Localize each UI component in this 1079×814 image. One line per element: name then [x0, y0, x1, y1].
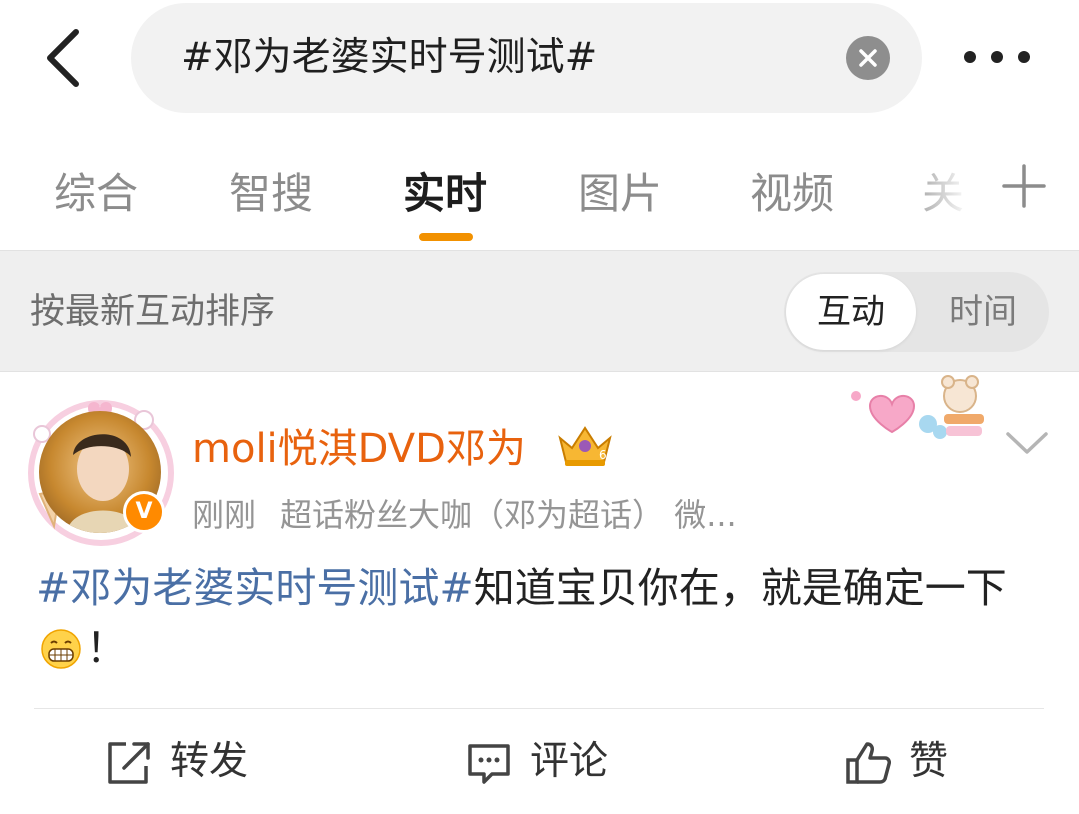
- post-source: 超话粉丝大咖（邓为超话） 微...: [280, 496, 737, 534]
- crown-badge-icon: 6: [556, 422, 614, 468]
- svg-text:6: 6: [599, 448, 607, 462]
- top-bar: #邓为老婆实时号测试#: [0, 0, 1079, 120]
- post-meta: 刚刚 超话粉丝大咖（邓为超话） 微...: [192, 490, 737, 536]
- sort-option-time[interactable]: 时间: [920, 272, 1046, 352]
- post-text: 知道宝贝你在，就是确定一下: [473, 564, 1007, 612]
- share-icon: [108, 742, 150, 784]
- chevron-down-icon[interactable]: [1004, 428, 1050, 460]
- comment-label: 评论: [530, 739, 609, 784]
- post-card[interactable]: V moli悦淇DVD邓为 6 刚刚 超话粉丝大咖（邓为超话） 微... #邓为…: [0, 372, 1079, 814]
- active-tab-indicator: [419, 233, 473, 241]
- clear-search-icon[interactable]: [846, 36, 890, 80]
- tab-realtime[interactable]: 实时: [403, 160, 487, 221]
- more-options-icon[interactable]: [958, 36, 1038, 78]
- search-tabs: 综合 智搜 实时 图片 视频 关: [0, 120, 1079, 250]
- verified-badge-icon: V: [123, 491, 165, 533]
- avatar[interactable]: V: [26, 398, 176, 548]
- back-arrow-icon[interactable]: [36, 24, 96, 92]
- post-time: 刚刚: [192, 496, 257, 534]
- like-label: 赞: [909, 739, 949, 784]
- post-username[interactable]: moli悦淇DVD邓为: [192, 416, 526, 474]
- thumbs-up-icon: [846, 742, 891, 784]
- repost-label: 转发: [170, 739, 249, 784]
- grin-emoji-icon: [40, 626, 82, 669]
- tab-videos[interactable]: 视频: [750, 160, 834, 221]
- search-query-text[interactable]: #邓为老婆实时号测试#: [181, 3, 597, 113]
- tab-images[interactable]: 图片: [578, 160, 662, 221]
- add-tab-icon[interactable]: [1000, 162, 1048, 210]
- tab-follow[interactable]: 关: [922, 160, 964, 221]
- post-content: #邓为老婆实时号测试#知道宝贝你在，就是确定一下 ！: [36, 558, 1046, 678]
- sort-label: 按最新互动排序: [30, 292, 276, 332]
- tab-smart-search[interactable]: 智搜: [229, 160, 313, 221]
- sort-segmented-control: 互动 时间: [784, 272, 1049, 352]
- post-divider: [34, 708, 1044, 709]
- sort-bar: 按最新互动排序 互动 时间: [0, 250, 1079, 372]
- post-text-end: ！: [86, 624, 127, 672]
- post-topic-link[interactable]: #邓为老婆实时号测试#: [36, 564, 474, 612]
- comment-icon: [468, 744, 510, 784]
- tab-comprehensive[interactable]: 综合: [54, 160, 138, 221]
- search-input[interactable]: #邓为老婆实时号测试#: [131, 3, 922, 113]
- sort-option-interaction[interactable]: 互动: [786, 274, 916, 350]
- card-decoration-sticker: [848, 374, 998, 450]
